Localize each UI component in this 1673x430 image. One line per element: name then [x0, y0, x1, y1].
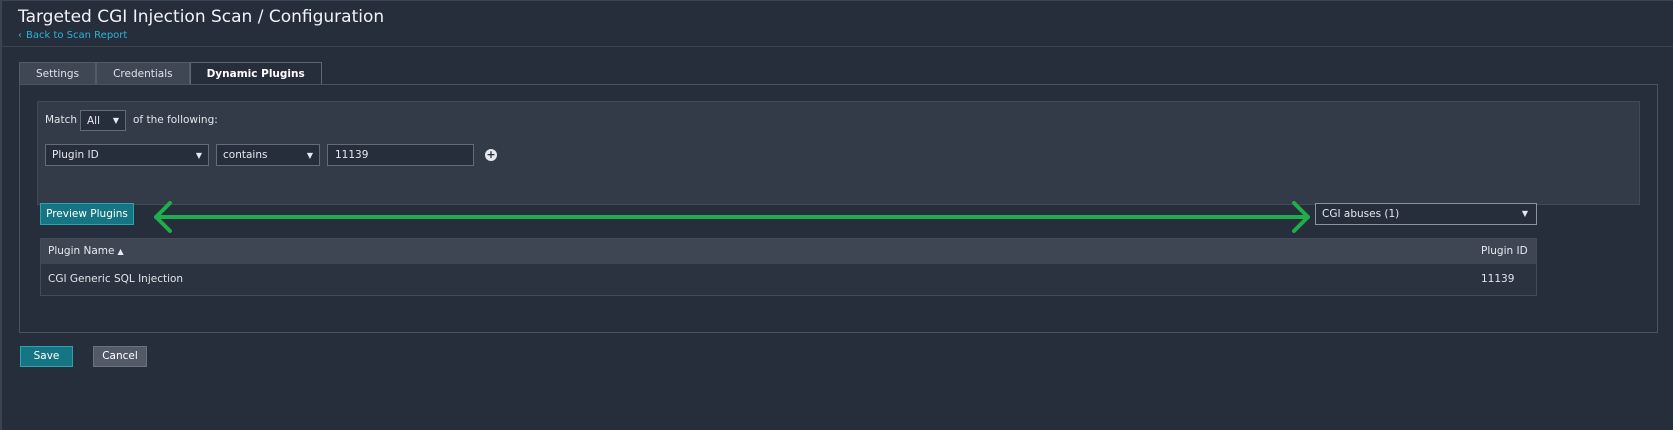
- tab-settings[interactable]: Settings: [19, 62, 97, 85]
- caret-down-icon: ▼: [112, 116, 119, 125]
- match-mode-value: All: [87, 115, 101, 127]
- column-header-plugin-name[interactable]: Plugin Name ▲: [48, 245, 124, 257]
- rule-field-value: Plugin ID: [52, 149, 99, 161]
- plus-circle-icon[interactable]: +: [485, 149, 497, 161]
- tab-credentials[interactable]: Credentials: [96, 62, 190, 85]
- plugin-family-select[interactable]: CGI abuses (1) ▼: [1315, 203, 1537, 225]
- page-title: Targeted CGI Injection Scan / Configurat…: [18, 7, 385, 27]
- table-header: Plugin Name ▲ Plugin ID: [41, 239, 1536, 264]
- match-mode-select[interactable]: All ▼: [80, 110, 126, 131]
- filter-rules-box: Match All ▼ of the following: Plugin ID …: [37, 101, 1640, 205]
- tab-dynamic-plugins[interactable]: Dynamic Plugins: [189, 62, 322, 86]
- chevron-left-icon: ‹: [18, 30, 22, 41]
- page-header: Targeted CGI Injection Scan / Configurat…: [2, 1, 1673, 47]
- sort-ascending-icon: ▲: [117, 247, 124, 256]
- caret-down-icon: ▼: [306, 151, 313, 160]
- column-header-plugin-id[interactable]: Plugin ID: [1481, 245, 1528, 257]
- plugin-id-cell: 11139: [1481, 273, 1515, 285]
- caret-down-icon: ▼: [1521, 209, 1528, 218]
- back-link-label: Back to Scan Report: [26, 30, 128, 41]
- plugin-family-value: CGI abuses (1): [1322, 208, 1400, 220]
- plugins-table: Plugin Name ▲ Plugin ID CGI Generic SQL I…: [40, 238, 1537, 296]
- match-label: Match: [45, 114, 78, 126]
- back-to-scan-report-link[interactable]: ‹ Back to Scan Report: [18, 30, 127, 41]
- rule-value-input[interactable]: [327, 144, 474, 166]
- plugin-name-cell: CGI Generic SQL Injection: [48, 273, 184, 285]
- cancel-button[interactable]: Cancel: [93, 346, 147, 367]
- preview-plugins-button[interactable]: Preview Plugins: [40, 203, 134, 225]
- rule-operator-value: contains: [223, 149, 268, 161]
- of-following-label: of the following:: [133, 114, 218, 126]
- double-headed-arrow-icon: [154, 201, 1310, 233]
- rule-field-select[interactable]: Plugin ID ▼: [45, 144, 209, 166]
- dynamic-plugins-panel: Match All ▼ of the following: Plugin ID …: [19, 84, 1658, 333]
- save-button[interactable]: Save: [20, 346, 73, 367]
- caret-down-icon: ▼: [195, 151, 202, 160]
- rule-operator-select[interactable]: contains ▼: [216, 144, 320, 166]
- page: Targeted CGI Injection Scan / Configurat…: [0, 0, 1673, 430]
- tab-bar: Settings Credentials Dynamic Plugins: [19, 62, 322, 86]
- table-row[interactable]: CGI Generic SQL Injection 11139: [41, 264, 1536, 295]
